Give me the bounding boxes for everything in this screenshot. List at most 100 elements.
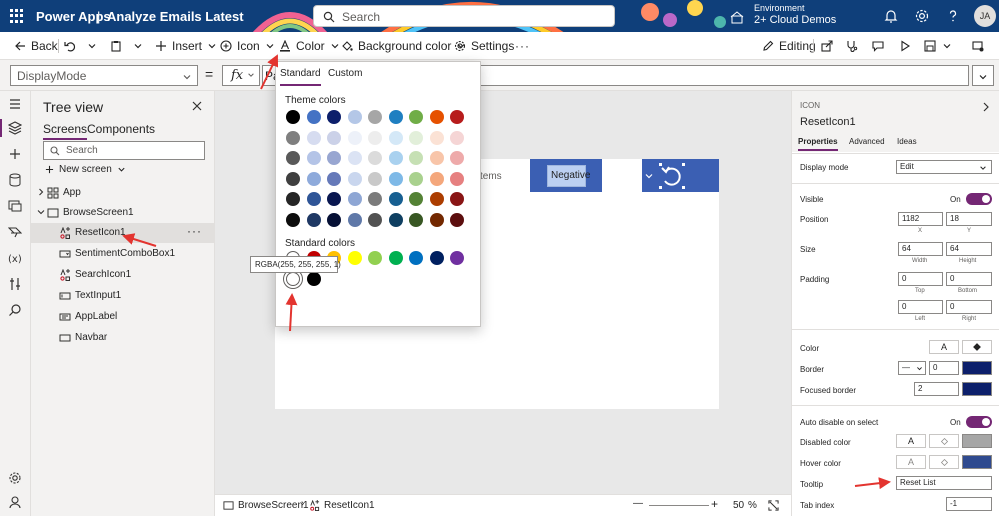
data-database-icon[interactable]	[8, 173, 22, 187]
tree-item-sentimentcombobox1[interactable]: SentimentComboBox1	[31, 244, 214, 264]
padding-right-input[interactable]: 0	[946, 300, 992, 314]
more-commands-button[interactable]: ···	[515, 32, 530, 60]
new-screen-button[interactable]: New screen	[45, 164, 126, 175]
save-dropdown[interactable]	[942, 32, 952, 60]
theme-color-swatch[interactable]	[347, 171, 362, 186]
settings-gear-icon[interactable]	[8, 471, 22, 485]
zoom-out-button[interactable]: —	[633, 498, 643, 509]
theme-color-swatch[interactable]	[450, 192, 464, 206]
tree-item-textinput1[interactable]: TextInput1	[31, 286, 214, 306]
theme-color-swatch[interactable]	[450, 212, 464, 227]
user-avatar[interactable]: JA	[974, 5, 996, 27]
search-input-partial-text[interactable]: tems	[480, 171, 502, 182]
theme-color-swatch[interactable]	[306, 151, 321, 165]
reset-icon-control[interactable]	[642, 159, 719, 192]
theme-color-swatch[interactable]	[429, 192, 444, 206]
save-button[interactable]	[924, 32, 936, 60]
padding-bottom-input[interactable]: 0	[946, 272, 992, 286]
tree-item-more-icon[interactable]: ···	[187, 224, 202, 238]
theme-color-swatch[interactable]	[429, 130, 444, 145]
comments-button[interactable]	[872, 32, 884, 60]
standard-color-swatch[interactable]	[347, 251, 362, 265]
theme-color-swatch[interactable]	[327, 212, 341, 227]
tooltip-input[interactable]: Reset List	[896, 476, 992, 490]
tab-ideas[interactable]: Ideas	[897, 137, 917, 146]
property-selector[interactable]: DisplayMode	[10, 65, 198, 86]
hover-fill-button[interactable]	[929, 455, 959, 469]
hover-color-swatch[interactable]	[962, 455, 992, 469]
theme-color-swatch[interactable]	[306, 171, 321, 186]
theme-color-swatch[interactable]	[409, 110, 423, 124]
padding-left-input[interactable]: 0	[898, 300, 943, 314]
disabled-color-swatch[interactable]	[962, 434, 992, 448]
tree-item-reseticon1[interactable]: ResetIcon1 ···	[31, 223, 214, 243]
theme-color-swatch[interactable]	[286, 130, 300, 145]
standard-color-swatch[interactable]	[286, 272, 300, 286]
theme-color-swatch[interactable]	[347, 192, 362, 206]
media-icon[interactable]	[8, 199, 22, 213]
theme-color-swatch[interactable]	[388, 171, 403, 186]
app-launcher-icon[interactable]	[10, 9, 24, 23]
icon-button[interactable]: Icon	[220, 32, 275, 60]
tab-advanced[interactable]: Advanced	[849, 137, 885, 146]
theme-color-swatch[interactable]	[306, 130, 321, 145]
focused-border-color-swatch[interactable]	[962, 382, 992, 396]
breadcrumb-control[interactable]: ResetIcon1	[309, 500, 375, 511]
advanced-tools-icon[interactable]	[8, 277, 22, 291]
theme-color-swatch[interactable]	[388, 110, 403, 124]
theme-color-swatch[interactable]	[347, 151, 362, 165]
undo-dropdown[interactable]	[87, 32, 97, 60]
width-input[interactable]: 64	[898, 242, 943, 256]
share-button[interactable]	[821, 32, 833, 60]
tab-properties[interactable]: Properties	[798, 137, 838, 151]
theme-color-swatch[interactable]	[347, 212, 362, 227]
border-color-swatch[interactable]	[962, 361, 992, 375]
tab-index-input[interactable]: -1	[946, 497, 992, 511]
theme-color-swatch[interactable]	[347, 130, 362, 145]
tab-standard[interactable]: Standard	[280, 68, 321, 86]
tab-custom[interactable]: Custom	[328, 68, 362, 79]
theme-color-swatch[interactable]	[327, 171, 341, 186]
background-color-button[interactable]: Background color	[341, 32, 466, 60]
theme-color-swatch[interactable]	[450, 130, 464, 145]
padding-top-input[interactable]: 0	[898, 272, 943, 286]
theme-color-swatch[interactable]	[368, 212, 382, 227]
layers-tree-icon[interactable]	[8, 121, 22, 135]
tree-item-applabel[interactable]: AppLabel	[31, 307, 214, 327]
chevron-right-icon[interactable]	[37, 188, 45, 196]
preview-play-button[interactable]	[899, 32, 911, 60]
hover-font-color-button[interactable]: A	[896, 455, 926, 469]
theme-color-swatch[interactable]	[286, 192, 300, 206]
tree-search-input[interactable]: Search	[43, 141, 205, 160]
insert-button[interactable]: Insert	[155, 32, 217, 60]
visible-toggle[interactable]	[966, 193, 992, 205]
standard-color-swatch[interactable]	[368, 251, 382, 265]
font-color-button[interactable]: A	[929, 340, 959, 354]
theme-color-swatch[interactable]	[409, 171, 423, 186]
position-x-input[interactable]: 1182	[898, 212, 943, 226]
border-style-select[interactable]: —	[898, 361, 926, 375]
standard-color-swatch[interactable]	[409, 251, 423, 265]
auto-disable-toggle[interactable]	[966, 416, 992, 428]
tree-item-navbar[interactable]: Navbar	[31, 328, 214, 348]
display-mode-select[interactable]: Edit	[896, 160, 992, 174]
paste-dropdown[interactable]	[133, 32, 143, 60]
border-width-input[interactable]: 0	[929, 361, 959, 375]
theme-color-swatch[interactable]	[409, 151, 423, 165]
theme-color-swatch[interactable]	[450, 110, 464, 124]
theme-color-swatch[interactable]	[306, 110, 321, 124]
chevron-right-icon[interactable]	[981, 102, 991, 112]
publish-button[interactable]	[972, 32, 984, 60]
theme-color-swatch[interactable]	[306, 212, 321, 227]
theme-color-swatch[interactable]	[368, 110, 382, 124]
theme-color-swatch[interactable]	[286, 171, 300, 186]
app-checker-button[interactable]	[846, 32, 858, 60]
theme-color-swatch[interactable]	[429, 110, 444, 124]
theme-color-swatch[interactable]	[388, 130, 403, 145]
focused-border-input[interactable]: 2	[914, 382, 959, 396]
notification-bell-icon[interactable]	[883, 8, 899, 24]
tab-components[interactable]: Components	[87, 122, 155, 136]
theme-color-swatch[interactable]	[450, 151, 464, 165]
search-icon[interactable]	[8, 303, 22, 317]
color-button[interactable]: Color	[279, 32, 340, 60]
